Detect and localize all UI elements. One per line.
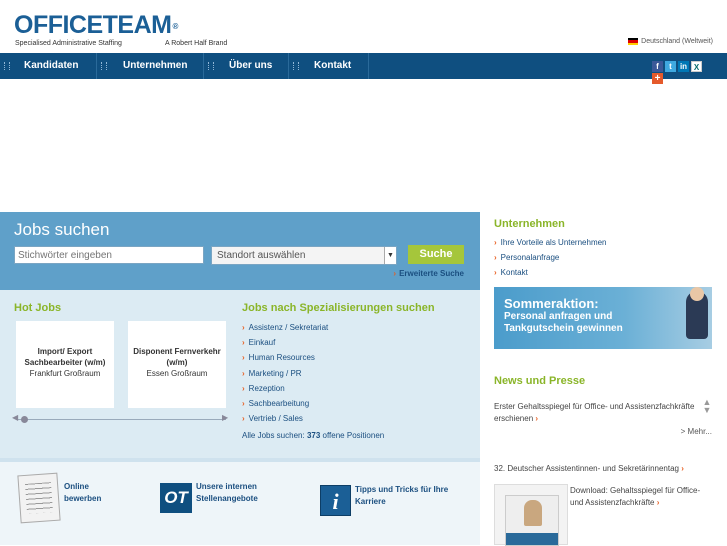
list-item[interactable]: › Assistenz / Sekretariat	[242, 320, 328, 335]
search-title: Jobs suchen	[14, 220, 110, 239]
news-item[interactable]: 32. Deutscher Assistentinnen- und Sekret…	[494, 463, 714, 475]
specializations-title: Jobs nach Spezialisierungen suchen	[242, 302, 435, 314]
arrow-icon: ›	[494, 238, 497, 247]
xing-icon[interactable]: X	[691, 61, 702, 72]
region-label: Deutschland (Weltweit)	[641, 38, 713, 45]
list-item[interactable]: › Human Resources	[242, 350, 328, 365]
hot-job-title: Disponent Fernverkehr (w/m)	[133, 347, 221, 367]
main-nav: Kandidaten Unternehmen Über uns Kontakt	[0, 53, 727, 79]
hot-job-card[interactable]: Disponent Fernverkehr (w/m) Essen Großra…	[128, 321, 226, 408]
arrow-icon: ›	[242, 323, 245, 332]
more-link[interactable]: > Mehr...	[681, 427, 712, 436]
keyword-input[interactable]	[14, 246, 204, 264]
cover-band	[506, 533, 558, 545]
arrow-icon: ›	[656, 498, 660, 507]
arrow-icon: ›	[242, 383, 245, 393]
registered-mark: ®	[172, 22, 179, 31]
person-head	[690, 287, 704, 301]
arrow-icon: ›	[242, 398, 245, 408]
news-title: News und Presse	[494, 375, 586, 387]
german-flag-icon	[628, 38, 639, 45]
specializations-list: › Assistenz / Sekretariat › Einkauf › Human…	[242, 320, 328, 426]
banner-text: Personal anfragen und Tankgutschein gewi…	[504, 311, 623, 334]
nav-item-unternehmen[interactable]: Unternehmen	[97, 53, 204, 79]
nav-item-kontakt[interactable]: Kontakt	[289, 53, 369, 79]
arrow-icon: ›	[535, 414, 539, 423]
company-title: Unternehmen	[494, 218, 565, 230]
internal-jobs-link[interactable]: Unsere internen Stellenangebote	[196, 481, 276, 505]
list-item[interactable]: › Rezeption	[242, 381, 328, 396]
facebook-icon[interactable]: f	[652, 61, 663, 72]
banner-title: Sommeraktion:	[504, 296, 599, 311]
list-item[interactable]: › Einkauf	[242, 335, 328, 350]
arrow-icon: ›	[393, 269, 397, 278]
search-button[interactable]: Suche	[408, 245, 464, 264]
slider-track	[16, 419, 226, 420]
job-count: 373	[306, 431, 321, 440]
hot-jobs-slider[interactable]: ◀ ▶	[12, 413, 228, 423]
hot-job-location: Frankfurt Großraum	[29, 369, 101, 378]
social-icons: f t in X	[652, 61, 702, 72]
company-link[interactable]: › Personalanfrage	[494, 253, 559, 262]
book-cover	[505, 495, 559, 546]
news-scroll-arrows[interactable]: ▲ ▼	[702, 398, 712, 420]
jobs-section: Hot Jobs Import/ Export Sachbearbeiter (…	[0, 290, 480, 458]
all-jobs-link[interactable]: Alle Jobs suchen: 373 offene Positionen	[242, 431, 384, 440]
tagline: Specialised Administrative Staffing	[15, 40, 122, 47]
brand-note: A Robert Half Brand	[165, 40, 228, 47]
arrow-left-icon[interactable]: ◀	[12, 413, 18, 422]
officeteam-logo[interactable]: OFFICETEAM®	[14, 12, 179, 38]
location-select[interactable]: Standort auswählen ▼	[211, 246, 397, 265]
right-sidebar: Unternehmen › Ihre Vorteile als Unternehm…	[486, 212, 727, 546]
cover-person	[524, 500, 542, 526]
nav-item-ueber-uns[interactable]: Über uns	[204, 53, 289, 79]
career-tips-link[interactable]: Tipps und Tricks für Ihre Karriere	[355, 484, 465, 508]
hot-jobs-title: Hot Jobs	[14, 302, 62, 314]
location-value: Standort auswählen	[217, 250, 306, 261]
hot-job-location: Essen Großraum	[146, 369, 208, 378]
arrow-right-icon[interactable]: ▶	[222, 413, 228, 422]
salary-guide-image[interactable]	[494, 484, 568, 546]
arrow-icon: ›	[242, 338, 245, 348]
officeteam-ot-icon[interactable]: OT	[160, 483, 192, 513]
advanced-search-link[interactable]: › Erweiterte Suche	[393, 269, 464, 278]
region-selector[interactable]: Deutschland (Weltweit)	[628, 38, 713, 45]
job-search-panel: Jobs suchen Standort auswählen ▼ Suche ›…	[0, 212, 480, 290]
company-link[interactable]: › Kontakt	[494, 268, 528, 277]
news-item[interactable]: Erster Gehaltsspiegel für Office- und As…	[494, 401, 700, 423]
info-icon[interactable]: i	[320, 485, 351, 516]
news-item[interactable]: Download: Gehaltsspiegel für Office- und…	[570, 485, 715, 509]
summer-promo-banner[interactable]: Sommeraktion: Personal anfragen und Tank…	[494, 287, 712, 349]
nav-item-kandidaten[interactable]: Kandidaten	[0, 53, 97, 79]
twitter-icon[interactable]: t	[665, 61, 676, 72]
arrow-icon: ›	[494, 268, 497, 277]
header: OFFICETEAM® Specialised Administrative S…	[0, 0, 727, 53]
hot-job-title: Import/ Export Sachbearbeiter (w/m)	[24, 347, 106, 367]
company-link[interactable]: › Ihre Vorteile als Unternehmen	[494, 238, 607, 247]
list-item[interactable]: › Sachbearbeitung	[242, 396, 328, 411]
arrow-icon: ›	[681, 464, 684, 473]
dropdown-arrow-icon[interactable]: ▼	[384, 247, 396, 264]
arrow-icon: ›	[242, 368, 245, 378]
arrow-icon: ›	[494, 253, 497, 262]
document-icon[interactable]	[17, 472, 61, 524]
list-item[interactable]: › Vertrieb / Sales	[242, 411, 328, 426]
apply-online-link[interactable]: Online bewerben	[64, 481, 112, 505]
list-item[interactable]: › Marketing / PR	[242, 366, 328, 381]
hot-job-card[interactable]: Import/ Export Sachbearbeiter (w/m) Fran…	[16, 321, 114, 408]
arrow-icon: ›	[242, 353, 245, 363]
arrow-icon: ›	[242, 414, 245, 424]
linkedin-icon[interactable]: in	[678, 61, 689, 72]
share-plus-icon[interactable]: +	[652, 73, 663, 84]
slider-handle[interactable]	[21, 416, 28, 423]
